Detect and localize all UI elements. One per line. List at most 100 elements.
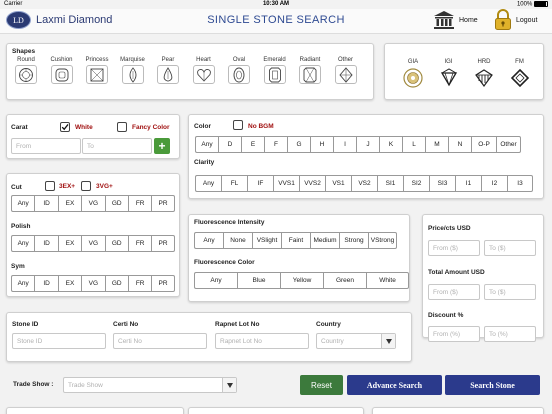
clarity-option-fl[interactable]: FL <box>221 175 247 192</box>
clarity-option-vs1[interactable]: VS1 <box>325 175 351 192</box>
fluorescence-color-option-any[interactable]: Any <box>194 272 237 289</box>
fluorescence-intensity-option-any[interactable]: Any <box>194 232 223 249</box>
shape-radiant[interactable]: Radiant <box>295 57 325 84</box>
color-option-k[interactable]: K <box>379 136 402 153</box>
shape-pear[interactable]: Pear <box>153 57 183 84</box>
shape-other[interactable]: Other <box>331 57 361 84</box>
color-option-g[interactable]: G <box>287 136 310 153</box>
shape-cushion[interactable]: Cushion <box>47 57 77 84</box>
clarity-option-si1[interactable]: SI1 <box>377 175 403 192</box>
clarity-option-i2[interactable]: I2 <box>481 175 507 192</box>
search-stone-button[interactable]: Search Stone <box>445 375 540 395</box>
stone-id-input[interactable]: Stone ID <box>12 333 106 349</box>
polish-option-pr[interactable]: PR <box>151 235 175 252</box>
advance-search-button[interactable]: Advance Search <box>347 375 442 395</box>
shape-oval[interactable]: Oval <box>224 57 254 84</box>
sym-option-ex[interactable]: EX <box>57 275 82 292</box>
fluorescence-intensity-option-faint[interactable]: Faint <box>281 232 310 249</box>
rapnet-lot-input[interactable]: Rapnet Lot No <box>215 333 309 349</box>
color-option-h[interactable]: H <box>310 136 333 153</box>
sym-option-any[interactable]: Any <box>11 275 35 292</box>
clarity-option-vvs1[interactable]: VVS1 <box>273 175 299 192</box>
clarity-option-vs2[interactable]: VS2 <box>351 175 377 192</box>
lab-fm[interactable]: FM <box>506 59 534 91</box>
white-checkbox[interactable] <box>60 122 70 132</box>
sym-option-fr[interactable]: FR <box>127 275 152 292</box>
fluorescence-intensity-option-medium[interactable]: Medium <box>310 232 339 249</box>
clarity-option-i3[interactable]: I3 <box>507 175 533 192</box>
cut-option-pr[interactable]: PR <box>151 195 175 212</box>
shape-label: Emerald <box>263 57 286 63</box>
sym-option-gd[interactable]: GD <box>104 275 128 292</box>
clarity-option-if[interactable]: IF <box>247 175 273 192</box>
polish-option-ex[interactable]: EX <box>57 235 82 252</box>
shape-emerald[interactable]: Emerald <box>260 57 290 84</box>
fluorescence-color-option-white[interactable]: White <box>366 272 409 289</box>
price-to-input[interactable]: To ($) <box>484 240 536 256</box>
color-option-f[interactable]: F <box>264 136 287 153</box>
clarity-option-si3[interactable]: SI3 <box>429 175 455 192</box>
discount-to-input[interactable]: To (%) <box>484 326 536 342</box>
lab-igi[interactable]: IGI <box>435 59 463 91</box>
logout-button[interactable]: Logout <box>494 9 537 31</box>
clarity-option-i1[interactable]: I1 <box>455 175 481 192</box>
cut-option-vg[interactable]: VG <box>81 195 105 212</box>
polish-option-gd[interactable]: GD <box>104 235 128 252</box>
no-bgm-checkbox[interactable] <box>233 120 243 130</box>
country-dropdown[interactable]: Country <box>316 333 396 349</box>
fluorescence-intensity-option-strong[interactable]: Strong <box>339 232 368 249</box>
3vg-checkbox[interactable] <box>81 181 91 191</box>
clarity-option-any[interactable]: Any <box>195 175 221 192</box>
shape-princess[interactable]: Princess <box>82 57 112 84</box>
reset-button[interactable]: Reset <box>300 375 343 395</box>
color-option-other[interactable]: Other <box>496 136 521 153</box>
shape-round[interactable]: Round <box>11 57 41 84</box>
sym-option-vg[interactable]: VG <box>81 275 105 292</box>
cut-option-gd[interactable]: GD <box>104 195 128 212</box>
carat-from-input[interactable]: From <box>11 138 81 154</box>
amount-from-input[interactable]: From ($) <box>428 284 480 300</box>
trade-show-dropdown[interactable]: Trade Show <box>63 377 237 393</box>
color-option-o-p[interactable]: O-P <box>471 136 496 153</box>
color-option-d[interactable]: D <box>218 136 241 153</box>
amount-to-input[interactable]: To ($) <box>484 284 536 300</box>
lab-gia[interactable]: GIA <box>399 59 427 91</box>
color-option-e[interactable]: E <box>241 136 264 153</box>
sym-option-pr[interactable]: PR <box>151 275 175 292</box>
certi-no-input[interactable]: Certi No <box>113 333 207 349</box>
shape-heart[interactable]: Heart <box>189 57 219 84</box>
shape-marquise[interactable]: Marquise <box>118 57 148 84</box>
sym-option-id[interactable]: ID <box>34 275 58 292</box>
polish-option-vg[interactable]: VG <box>81 235 105 252</box>
carat-to-input[interactable]: To <box>82 138 152 154</box>
fluorescence-color-option-yellow[interactable]: Yellow <box>280 272 323 289</box>
clarity-option-si2[interactable]: SI2 <box>403 175 429 192</box>
color-option-l[interactable]: L <box>402 136 425 153</box>
fluorescence-color-option-blue[interactable]: Blue <box>237 272 280 289</box>
cut-option-any[interactable]: Any <box>11 195 35 212</box>
home-button[interactable]: Home <box>433 9 478 31</box>
polish-option-any[interactable]: Any <box>11 235 35 252</box>
color-option-m[interactable]: M <box>425 136 448 153</box>
3ex-checkbox[interactable] <box>45 181 55 191</box>
color-option-any[interactable]: Any <box>195 136 218 153</box>
fancy-color-checkbox[interactable] <box>117 122 127 132</box>
color-option-i[interactable]: I <box>333 136 356 153</box>
price-from-input[interactable]: From ($) <box>428 240 480 256</box>
clarity-option-vvs2[interactable]: VVS2 <box>299 175 325 192</box>
polish-option-fr[interactable]: FR <box>127 235 152 252</box>
cut-option-fr[interactable]: FR <box>127 195 152 212</box>
fluorescence-color-option-green[interactable]: Green <box>323 272 366 289</box>
polish-option-id[interactable]: ID <box>34 235 58 252</box>
add-carat-button[interactable]: + <box>154 138 170 154</box>
fluorescence-intensity-option-vstrong[interactable]: VStrong <box>368 232 397 249</box>
fluorescence-intensity-option-none[interactable]: None <box>223 232 252 249</box>
color-option-n[interactable]: N <box>448 136 471 153</box>
discount-from-input[interactable]: From (%) <box>428 326 480 342</box>
cut-option-id[interactable]: ID <box>34 195 58 212</box>
cut-option-ex[interactable]: EX <box>57 195 82 212</box>
fluorescence-intensity-option-vslight[interactable]: VSlight <box>252 232 281 249</box>
lab-label: IGI <box>444 59 453 65</box>
color-option-j[interactable]: J <box>356 136 379 153</box>
lab-hrd[interactable]: HRD <box>470 59 498 91</box>
